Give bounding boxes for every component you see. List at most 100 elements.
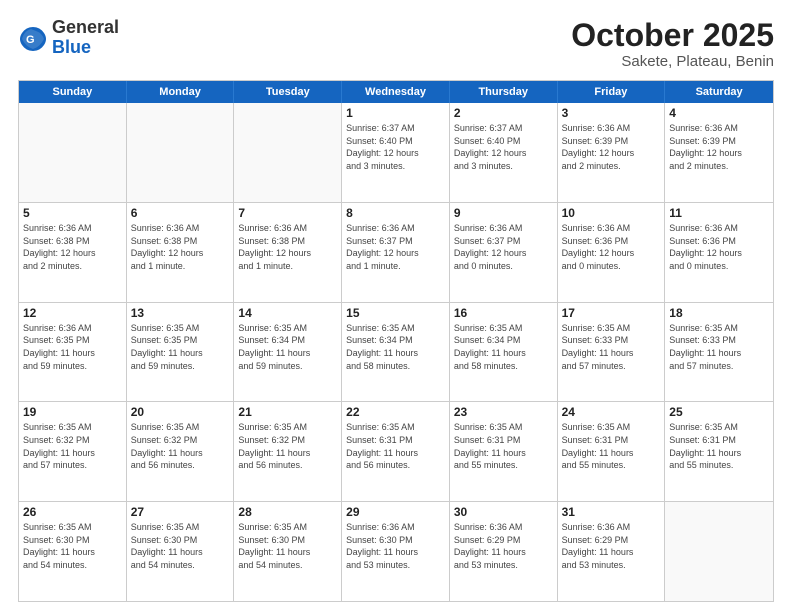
weekday-header-friday: Friday [558, 81, 666, 103]
day-info: Sunrise: 6:36 AMSunset: 6:30 PMDaylight:… [346, 521, 445, 571]
day-cell-7: 7Sunrise: 6:36 AMSunset: 6:38 PMDaylight… [234, 203, 342, 302]
day-info: Sunrise: 6:35 AMSunset: 6:31 PMDaylight:… [562, 421, 661, 471]
day-number: 28 [238, 505, 337, 519]
day-cell-22: 22 Sunrise: 6:35 AMSunset: 6:31 PMDayligh… [342, 402, 450, 501]
day-number: 24 [562, 405, 661, 419]
empty-cell [127, 103, 235, 202]
day-cell-17: 17Sunrise: 6:35 AMSunset: 6:33 PMDayligh… [558, 303, 666, 402]
day-info: Sunrise: 6:35 AMSunset: 6:33 PMDaylight:… [669, 322, 769, 372]
day-info: Sunrise: 6:35 AMSunset: 6:30 PMDaylight:… [131, 521, 230, 571]
day-cell-26: 26 Sunrise: 6:35 AMSunset: 6:30 PMDayligh… [19, 502, 127, 601]
day-cell-9: 9Sunrise: 6:36 AMSunset: 6:37 PMDaylight… [450, 203, 558, 302]
day-info: Sunrise: 6:35 AMSunset: 6:31 PMDaylight:… [346, 421, 445, 471]
calendar-body: 1 Sunrise: 6:37 AMSunset: 6:40 PMDaylight… [19, 103, 773, 601]
day-cell-13: 13 Sunrise: 6:35 AMSunset: 6:35 PMDayligh… [127, 303, 235, 402]
day-info: Sunrise: 6:35 AMSunset: 6:35 PMDaylight:… [131, 322, 230, 372]
day-cell-19: 19 Sunrise: 6:35 AMSunset: 6:32 PMDayligh… [19, 402, 127, 501]
calendar-row-1: 1 Sunrise: 6:37 AMSunset: 6:40 PMDaylight… [19, 103, 773, 202]
day-info: Sunrise: 6:35 AMSunset: 6:33 PMDaylight:… [562, 322, 661, 372]
empty-cell [665, 502, 773, 601]
day-number: 11 [669, 206, 769, 220]
day-number: 25 [669, 405, 769, 419]
day-number: 15 [346, 306, 445, 320]
weekday-header-tuesday: Tuesday [234, 81, 342, 103]
day-number: 16 [454, 306, 553, 320]
day-info: Sunrise: 6:35 AMSunset: 6:34 PMDaylight:… [238, 322, 337, 372]
svg-text:G: G [26, 34, 35, 46]
day-number: 23 [454, 405, 553, 419]
day-info: Sunrise: 6:36 AMSunset: 6:38 PMDaylight:… [23, 222, 122, 272]
title-block: October 2025 Sakete, Plateau, Benin [571, 18, 774, 70]
day-number: 1 [346, 106, 445, 120]
day-number: 13 [131, 306, 230, 320]
day-cell-4: 4 Sunrise: 6:36 AMSunset: 6:39 PMDaylight… [665, 103, 773, 202]
day-info: Sunrise: 6:36 AMSunset: 6:35 PMDaylight:… [23, 322, 122, 372]
day-cell-6: 6 Sunrise: 6:36 AMSunset: 6:38 PMDaylight… [127, 203, 235, 302]
day-cell-8: 8 Sunrise: 6:36 AMSunset: 6:37 PMDaylight… [342, 203, 450, 302]
day-number: 19 [23, 405, 122, 419]
day-info: Sunrise: 6:35 AMSunset: 6:34 PMDaylight:… [454, 322, 553, 372]
calendar-row-4: 19 Sunrise: 6:35 AMSunset: 6:32 PMDayligh… [19, 401, 773, 501]
day-number: 6 [131, 206, 230, 220]
day-number: 22 [346, 405, 445, 419]
day-cell-12: 12 Sunrise: 6:36 AMSunset: 6:35 PMDayligh… [19, 303, 127, 402]
day-number: 12 [23, 306, 122, 320]
day-cell-10: 10Sunrise: 6:36 AMSunset: 6:36 PMDayligh… [558, 203, 666, 302]
day-info: Sunrise: 6:35 AMSunset: 6:32 PMDaylight:… [23, 421, 122, 471]
day-cell-20: 20Sunrise: 6:35 AMSunset: 6:32 PMDayligh… [127, 402, 235, 501]
weekday-header-monday: Monday [127, 81, 235, 103]
weekday-header-sunday: Sunday [19, 81, 127, 103]
day-cell-27: 27Sunrise: 6:35 AMSunset: 6:30 PMDayligh… [127, 502, 235, 601]
day-number: 8 [346, 206, 445, 220]
day-info: Sunrise: 6:35 AMSunset: 6:31 PMDaylight:… [454, 421, 553, 471]
logo-blue: Blue [52, 37, 91, 57]
day-cell-11: 11Sunrise: 6:36 AMSunset: 6:36 PMDayligh… [665, 203, 773, 302]
day-cell-2: 2 Sunrise: 6:37 AMSunset: 6:40 PMDaylight… [450, 103, 558, 202]
day-cell-25: 25 Sunrise: 6:35 AMSunset: 6:31 PMDayligh… [665, 402, 773, 501]
day-number: 2 [454, 106, 553, 120]
day-info: Sunrise: 6:35 AMSunset: 6:30 PMDaylight:… [23, 521, 122, 571]
day-info: Sunrise: 6:36 AMSunset: 6:37 PMDaylight:… [346, 222, 445, 272]
day-number: 26 [23, 505, 122, 519]
day-info: Sunrise: 6:37 AMSunset: 6:40 PMDaylight:… [346, 122, 445, 172]
weekday-header-saturday: Saturday [665, 81, 773, 103]
month-title: October 2025 [571, 18, 774, 53]
day-number: 7 [238, 206, 337, 220]
empty-cell [19, 103, 127, 202]
day-cell-30: 30 Sunrise: 6:36 AMSunset: 6:29 PMDayligh… [450, 502, 558, 601]
calendar-row-2: 5 Sunrise: 6:36 AMSunset: 6:38 PMDaylight… [19, 202, 773, 302]
calendar: SundayMondayTuesdayWednesdayThursdayFrid… [18, 80, 774, 602]
empty-cell [234, 103, 342, 202]
day-number: 18 [669, 306, 769, 320]
day-number: 20 [131, 405, 230, 419]
day-number: 30 [454, 505, 553, 519]
day-info: Sunrise: 6:35 AMSunset: 6:30 PMDaylight:… [238, 521, 337, 571]
logo-general: General [52, 17, 119, 37]
day-number: 21 [238, 405, 337, 419]
weekday-header-thursday: Thursday [450, 81, 558, 103]
calendar-row-5: 26 Sunrise: 6:35 AMSunset: 6:30 PMDayligh… [19, 501, 773, 601]
day-cell-21: 21 Sunrise: 6:35 AMSunset: 6:32 PMDayligh… [234, 402, 342, 501]
day-cell-18: 18 Sunrise: 6:35 AMSunset: 6:33 PMDayligh… [665, 303, 773, 402]
day-info: Sunrise: 6:35 AMSunset: 6:34 PMDaylight:… [346, 322, 445, 372]
day-info: Sunrise: 6:36 AMSunset: 6:36 PMDaylight:… [562, 222, 661, 272]
day-info: Sunrise: 6:36 AMSunset: 6:29 PMDaylight:… [562, 521, 661, 571]
logo: G General Blue [18, 18, 119, 58]
day-info: Sunrise: 6:36 AMSunset: 6:29 PMDaylight:… [454, 521, 553, 571]
day-info: Sunrise: 6:36 AMSunset: 6:39 PMDaylight:… [562, 122, 661, 172]
day-info: Sunrise: 6:35 AMSunset: 6:32 PMDaylight:… [238, 421, 337, 471]
day-info: Sunrise: 6:37 AMSunset: 6:40 PMDaylight:… [454, 122, 553, 172]
day-number: 3 [562, 106, 661, 120]
day-number: 31 [562, 505, 661, 519]
day-cell-29: 29Sunrise: 6:36 AMSunset: 6:30 PMDayligh… [342, 502, 450, 601]
day-cell-23: 23 Sunrise: 6:35 AMSunset: 6:31 PMDayligh… [450, 402, 558, 501]
day-info: Sunrise: 6:35 AMSunset: 6:31 PMDaylight:… [669, 421, 769, 471]
day-cell-16: 16 Sunrise: 6:35 AMSunset: 6:34 PMDayligh… [450, 303, 558, 402]
day-info: Sunrise: 6:36 AMSunset: 6:39 PMDaylight:… [669, 122, 769, 172]
logo-icon: G [18, 23, 48, 53]
day-number: 5 [23, 206, 122, 220]
day-cell-15: 15 Sunrise: 6:35 AMSunset: 6:34 PMDayligh… [342, 303, 450, 402]
location: Sakete, Plateau, Benin [571, 53, 774, 70]
day-number: 4 [669, 106, 769, 120]
day-info: Sunrise: 6:36 AMSunset: 6:38 PMDaylight:… [131, 222, 230, 272]
